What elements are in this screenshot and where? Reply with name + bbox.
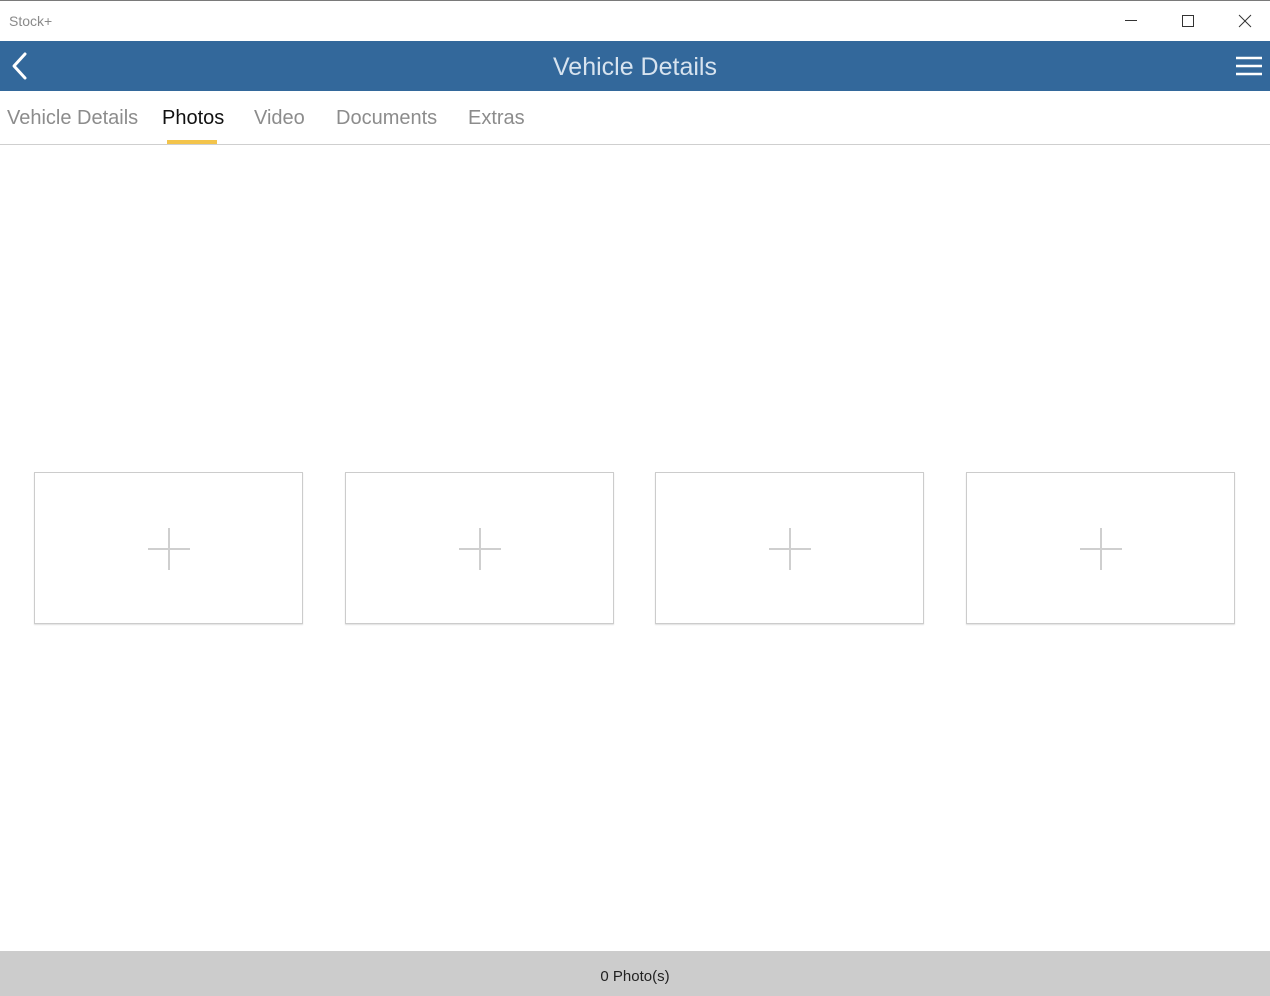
close-button[interactable] xyxy=(1222,1,1268,41)
minimize-button[interactable] xyxy=(1108,1,1154,41)
tab-photos[interactable]: Photos xyxy=(162,107,224,130)
app-header: Vehicle Details xyxy=(0,41,1270,91)
active-tab-indicator xyxy=(167,140,217,144)
back-button[interactable] xyxy=(6,51,36,81)
menu-button[interactable] xyxy=(1232,52,1264,80)
maximize-button[interactable] xyxy=(1165,1,1211,41)
tab-video[interactable]: Video xyxy=(254,107,305,130)
tab-vehicle-details[interactable]: Vehicle Details xyxy=(7,107,138,130)
minimize-icon xyxy=(1125,20,1137,21)
app-title: Stock+ xyxy=(9,13,53,29)
tab-extras[interactable]: Extras xyxy=(468,107,525,130)
chevron-left-icon xyxy=(12,52,27,80)
plus-icon xyxy=(148,528,190,570)
tab-bar: Vehicle Details Photos Video Documents E… xyxy=(0,91,1270,145)
app-window: Stock+ Vehicle Details Vehicle Details P… xyxy=(0,0,1270,996)
add-photo-slot[interactable] xyxy=(34,472,303,624)
tab-documents[interactable]: Documents xyxy=(336,107,437,130)
add-photo-slot[interactable] xyxy=(345,472,614,624)
add-photo-slot[interactable] xyxy=(655,472,924,624)
title-bar: Stock+ xyxy=(0,0,1270,41)
plus-icon xyxy=(1080,528,1122,570)
photo-count: 0 Photo(s) xyxy=(600,968,670,985)
close-icon xyxy=(1238,14,1252,28)
add-photo-slot[interactable] xyxy=(966,472,1235,624)
status-footer: 0 Photo(s) xyxy=(0,951,1270,996)
plus-icon xyxy=(459,528,501,570)
maximize-icon xyxy=(1182,15,1194,27)
page-title: Vehicle Details xyxy=(553,53,717,81)
hamburger-menu-icon xyxy=(1236,56,1262,76)
plus-icon xyxy=(769,528,811,570)
